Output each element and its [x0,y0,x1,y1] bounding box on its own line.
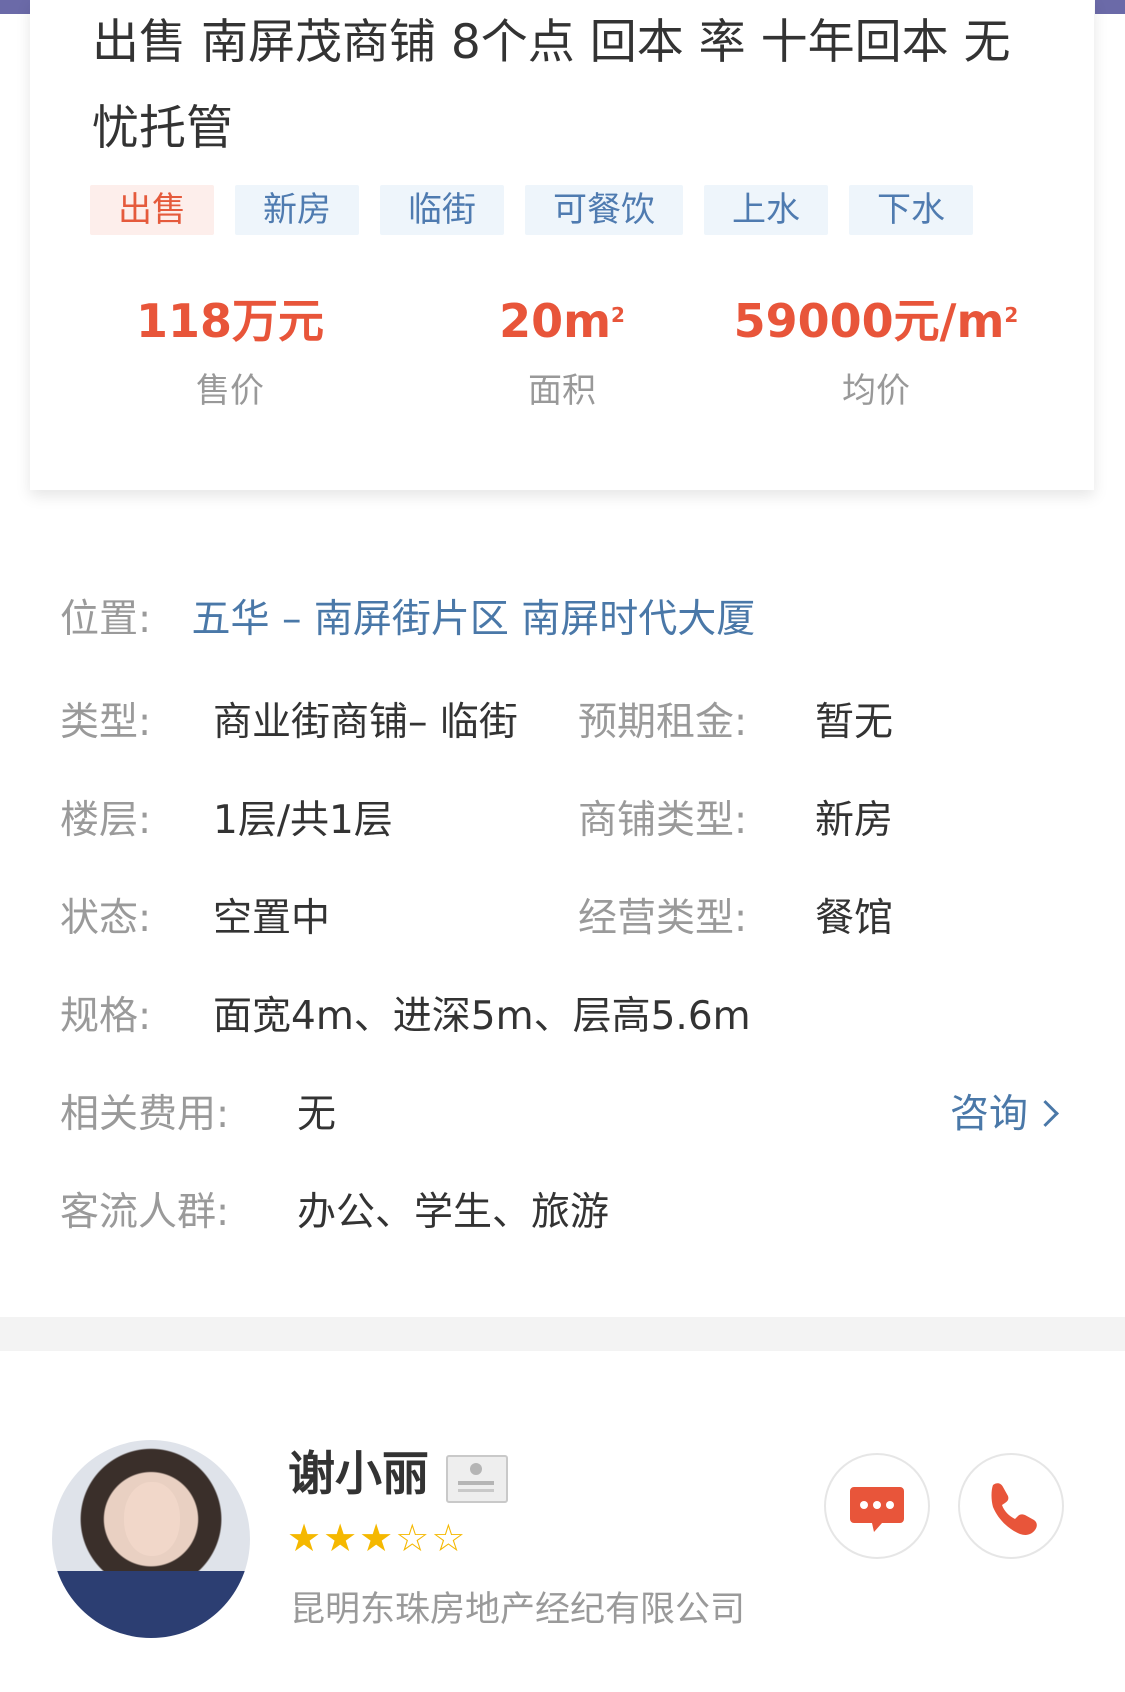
tag-new-house: 新房 [235,185,359,235]
consult-link[interactable]: 咨询 [950,1085,1059,1145]
verified-id-icon [446,1455,508,1503]
agent-avatar[interactable] [52,1440,250,1638]
top-right-decoration [1095,0,1125,14]
stat-price: 118万元 售价 [50,285,410,421]
tag-sale: 出售 [90,185,214,235]
star-filled-icon: ★ [287,1516,322,1560]
spec-label: 规格: [60,994,152,1039]
star-filled-icon: ★ [359,1516,394,1560]
tag-water-supply: 上水 [704,185,828,235]
tag-list: 出售 新房 临街 可餐饮 上水 下水 [90,185,994,235]
listing-title: 出售 南屏茂商铺 8个点 回本 率 十年回本 无忧托管 [92,15,1011,156]
type-value: 商业街商铺– 临街 [213,700,518,745]
business-label: 经营类型: [578,896,748,941]
floor-value: 1层/共1层 [213,798,393,843]
crowd-value: 办公、学生、旅游 [297,1190,610,1235]
agent-company: 昆明东珠房地产经纪有限公司 [290,1590,746,1630]
consult-label: 咨询 [950,1092,1029,1137]
status-value: 空置中 [213,896,331,941]
call-button[interactable] [958,1453,1064,1559]
stat-area: 20m2 面积 [382,285,742,421]
fees-value: 无 [297,1092,337,1137]
chat-button[interactable] [824,1453,930,1559]
unit-price-value: 59000元/m2 [733,294,1019,348]
price-label: 售价 [196,371,264,411]
tag-street-front: 临街 [380,185,504,235]
listing-summary-card: 出售 南屏茂商铺 8个点 回本 率 十年回本 无忧托管 出售 新房 临街 可餐饮… [30,0,1094,490]
type-label: 类型: [60,700,152,745]
area-unit-sup: 2 [611,303,625,327]
section-divider [0,1317,1125,1351]
detail-location: 位置: 五华 – 南屏街片区 南屏时代大厦 [60,590,755,650]
agent-name: 谢小丽 [288,1447,429,1502]
spec-value: 面宽4m、进深5m、层高5.6m [213,994,751,1039]
area-value: 20m2 [499,294,625,348]
location-link[interactable]: 五华 – 南屏街片区 南屏时代大厦 [192,597,756,642]
chat-icon [850,1487,904,1532]
unit-price-sup: 2 [1004,303,1019,327]
tag-dining: 可餐饮 [525,185,683,235]
location-label: 位置: [60,597,152,642]
shop-type-value: 新房 [815,798,894,843]
area-label: 面积 [528,371,596,411]
stat-unit-price: 59000元/m2 均价 [696,285,1056,421]
chevron-right-icon [1032,1100,1059,1127]
detail-type: 类型: [60,693,151,753]
star-filled-icon: ★ [323,1516,358,1560]
fees-label: 相关费用: [60,1092,230,1137]
shop-type-label: 商铺类型: [578,798,748,843]
rent-label: 预期租金: [578,700,748,745]
status-label: 状态: [60,896,152,941]
tag-drainage: 下水 [849,185,973,235]
floor-label: 楼层: [60,798,152,843]
top-left-decoration [0,0,30,14]
star-empty-icon: ☆ [395,1516,430,1560]
crowd-label: 客流人群: [60,1190,230,1235]
business-value: 餐馆 [815,896,894,941]
phone-icon [991,1483,1037,1535]
avatar-shirt [52,1570,250,1638]
rent-value: 暂无 [815,700,894,745]
star-empty-icon: ☆ [431,1516,466,1560]
avatar-face [124,1482,180,1556]
unit-price-label: 均价 [842,371,910,411]
listing-stats: 118万元 售价 20m2 面积 59000元/m2 均价 [30,285,1094,425]
agent-rating: ★ ★ ★ ☆ ☆ [287,1515,467,1561]
price-value: 118万元 [135,294,325,348]
